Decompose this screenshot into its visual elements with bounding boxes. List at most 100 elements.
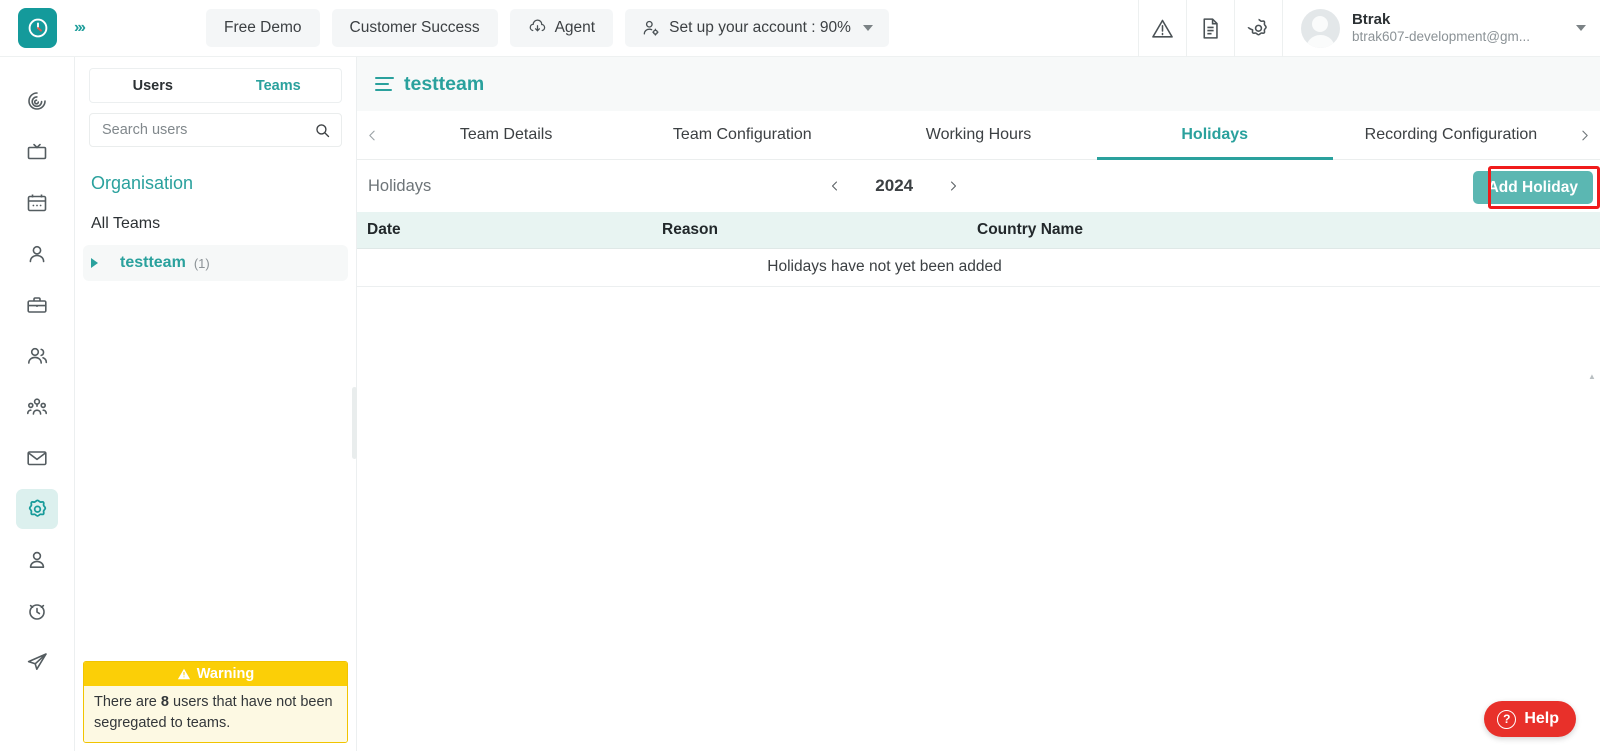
warning-box-body: There are 8 users that have not been seg…	[84, 686, 347, 742]
question-circle-icon: ?	[1497, 709, 1517, 729]
help-label: Help	[1524, 710, 1559, 727]
tab-users[interactable]: Users	[90, 69, 216, 102]
search-users-box[interactable]	[89, 113, 342, 147]
tab-team-details-label: Team Details	[459, 126, 553, 143]
sidebar-item-settings-gear-icon[interactable]	[16, 489, 58, 529]
holidays-table: Date Reason Country Name Holidays have n…	[357, 212, 1600, 287]
tab-team-configuration-label: Team Configuration	[672, 126, 812, 143]
main-content: testteam Team Details Team Configuration…	[357, 57, 1600, 751]
tab-scroll-left-button[interactable]	[357, 111, 388, 159]
cloud-download-icon	[528, 18, 547, 38]
sidebar-item-user-card-icon[interactable]	[16, 540, 58, 580]
tab-holidays-label: Holidays	[1181, 126, 1249, 143]
triangle-right-icon[interactable]	[91, 258, 98, 268]
free-demo-button[interactable]: Free Demo	[205, 9, 320, 47]
user-gear-icon	[641, 18, 661, 38]
tab-teams[interactable]: Teams	[216, 69, 342, 102]
free-demo-label: Free Demo	[223, 19, 302, 36]
sidebar-item-paper-plane-icon[interactable]	[16, 642, 58, 682]
profile-name: Btrak	[1351, 11, 1391, 28]
agent-button[interactable]: Agent	[509, 9, 614, 47]
tab-working-hours[interactable]: Working Hours	[860, 111, 1096, 159]
holidays-toolbar: Holidays 2024 Add Holiday	[357, 160, 1600, 212]
sidebar-item-spiral-dashboard-icon[interactable]	[16, 81, 58, 121]
menu-lines-icon[interactable]	[375, 76, 394, 92]
profile-text: Btrak btrak607-development@gm...	[1352, 11, 1530, 45]
team-item-count: (1)	[193, 255, 210, 271]
page-title: testteam	[404, 72, 485, 95]
tab-scroll-right-button[interactable]	[1569, 111, 1600, 159]
sidebar-item-calendar-icon[interactable]	[16, 183, 58, 223]
tab-team-configuration[interactable]: Team Configuration	[624, 111, 860, 159]
team-item-testteam[interactable]: testteam (1)	[83, 245, 348, 281]
sidebar-item-monitor-screen-icon[interactable]	[16, 132, 58, 172]
column-header-reason[interactable]: Reason	[662, 212, 967, 249]
organisation-heading: Organisation	[91, 173, 194, 193]
tab-list: Team Details Team Configuration Working …	[388, 111, 1569, 160]
account-setup-label: Set up your account : 90%	[669, 19, 851, 36]
users-teams-panel: Users Teams Organisation All Teams testt…	[75, 57, 357, 751]
chevron-down-icon	[1576, 25, 1586, 31]
tab-team-details[interactable]: Team Details	[388, 111, 624, 159]
top-bar: ››› Free Demo Customer Success Agent Set…	[0, 0, 1600, 57]
warning-triangle-icon	[177, 667, 191, 681]
column-header-date[interactable]: Date	[357, 212, 662, 249]
top-right-icons: Btrak btrak607-development@gm...	[1137, 0, 1600, 57]
column-header-country-name[interactable]: Country Name	[967, 212, 1600, 249]
clock-logo-icon	[18, 8, 57, 48]
sidebar-item-mail-envelope-icon[interactable]	[16, 438, 58, 478]
tab-strip: Team Details Team Configuration Working …	[357, 111, 1600, 160]
holidays-card: Holidays 2024 Add Holiday Date Reason Co…	[357, 160, 1600, 751]
prev-year-button[interactable]	[825, 173, 845, 199]
profile-menu[interactable]: Btrak btrak607-development@gm...	[1281, 0, 1600, 57]
add-holiday-button[interactable]: Add Holiday	[1472, 171, 1593, 204]
app-logo[interactable]	[0, 0, 75, 57]
document-icon[interactable]	[1185, 0, 1234, 57]
panel-tabs: Users Teams	[89, 68, 342, 103]
warning-title: Warning	[196, 666, 255, 682]
chevrons-right-icon[interactable]: ›››	[74, 19, 86, 37]
page-header: testteam	[357, 57, 1600, 111]
sidebar-rail	[0, 57, 75, 751]
search-input[interactable]	[102, 122, 314, 138]
sidebar-item-alarm-clock-icon[interactable]	[16, 591, 58, 631]
gear-icon[interactable]	[1233, 0, 1282, 57]
table-empty-row: Holidays have not yet been added	[357, 248, 1600, 287]
panel-scrollbar[interactable]	[352, 387, 357, 459]
sidebar-item-users-pair-icon[interactable]	[16, 336, 58, 376]
sidebar-item-briefcase-icon[interactable]	[16, 285, 58, 325]
warning-box-header: Warning	[84, 662, 347, 686]
agent-label: Agent	[554, 19, 596, 36]
customer-success-button[interactable]: Customer Success	[331, 9, 498, 47]
table-scroll-up-button[interactable]: ▲	[1586, 370, 1598, 382]
next-year-button[interactable]	[943, 173, 963, 199]
table-header-row: Date Reason Country Name	[357, 212, 1600, 249]
help-button[interactable]: ? Help	[1484, 701, 1576, 737]
account-setup-dropdown[interactable]: Set up your account : 90%	[625, 9, 889, 47]
warning-count: 8	[160, 694, 169, 710]
tab-holidays[interactable]: Holidays	[1096, 111, 1334, 160]
search-icon[interactable]	[314, 122, 331, 139]
year-navigator: 2024	[825, 173, 963, 199]
year-value: 2024	[875, 176, 914, 195]
tab-recording-configuration[interactable]: Recording Configuration	[1333, 111, 1569, 159]
warning-text-before: There are	[94, 694, 161, 710]
all-teams-item[interactable]: All Teams	[91, 215, 356, 233]
table-head: Date Reason Country Name	[357, 212, 1600, 249]
app-root: ››› Free Demo Customer Success Agent Set…	[0, 0, 1600, 751]
tab-teams-label: Teams	[255, 77, 301, 94]
avatar	[1300, 8, 1340, 48]
chevron-down-icon	[862, 25, 873, 31]
warning-box: Warning There are 8 users that have not …	[83, 661, 348, 743]
table-body: Holidays have not yet been added	[357, 248, 1600, 287]
sidebar-item-team-group-icon[interactable]	[16, 387, 58, 427]
grid-title: Holidays	[368, 176, 432, 195]
warning-triangle-icon[interactable]	[1137, 0, 1186, 57]
top-button-group: Free Demo Customer Success Agent Set up …	[205, 9, 889, 47]
tab-working-hours-label: Working Hours	[925, 126, 1032, 143]
team-item-label: testteam	[120, 254, 186, 271]
sidebar-item-user-icon[interactable]	[16, 234, 58, 274]
tab-recording-configuration-label: Recording Configuration	[1364, 126, 1538, 143]
customer-success-label: Customer Success	[349, 19, 480, 36]
table-empty-message: Holidays have not yet been added	[357, 248, 1600, 287]
